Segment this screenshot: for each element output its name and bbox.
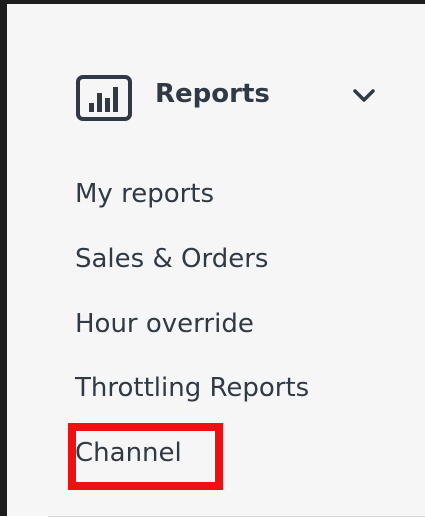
menu-item-hour-override[interactable]: Hour override bbox=[75, 304, 254, 344]
reports-section-label: Reports bbox=[155, 79, 270, 109]
menu-item-throttling-reports[interactable]: Throttling Reports bbox=[75, 368, 309, 408]
menu-item-my-reports[interactable]: My reports bbox=[75, 174, 214, 214]
reports-section-header[interactable]: Reports bbox=[11, 8, 425, 188]
chevron-down-icon[interactable] bbox=[352, 88, 376, 104]
bar-chart-icon bbox=[75, 74, 143, 124]
menu-item-sales-orders[interactable]: Sales & Orders bbox=[75, 239, 268, 279]
sidebar-panel: Reports My reports Sales & Orders Hour o… bbox=[11, 8, 425, 517]
channel-highlight-box bbox=[68, 423, 223, 490]
